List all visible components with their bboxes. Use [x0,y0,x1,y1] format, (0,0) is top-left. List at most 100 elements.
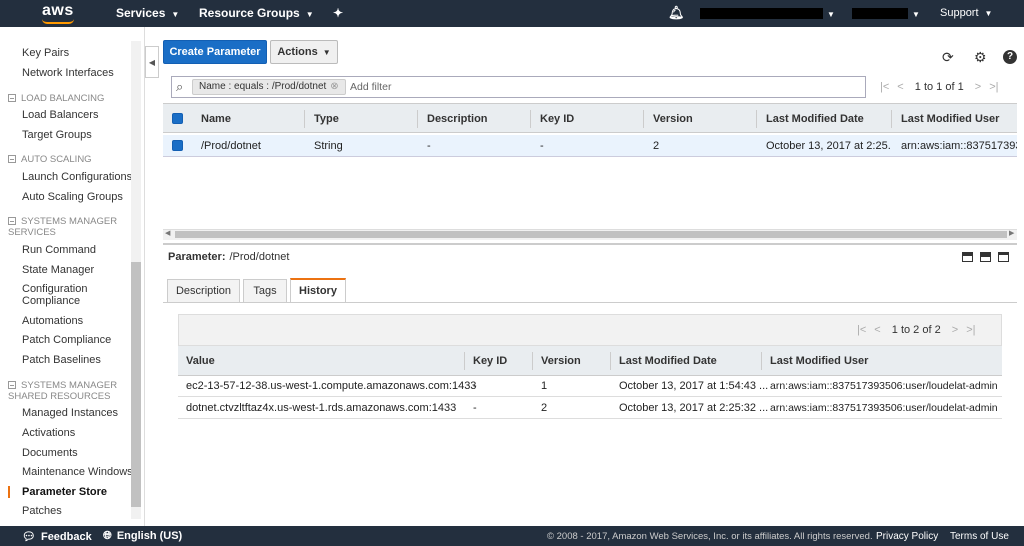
sidebar-scroll-thumb[interactable] [131,262,141,507]
column-version[interactable]: Version [541,355,581,367]
sidebar-section-sm-services[interactable]: SYSTEMS MANAGER SERVICES [8,216,128,238]
column-divider[interactable] [610,352,611,370]
scroll-right-icon[interactable]: ▶ [1009,229,1014,237]
pin-icon[interactable]: ✦ [333,6,343,20]
sidebar-item-launch-configurations[interactable]: Launch Configurations [22,171,132,183]
first-page-icon[interactable]: |< [880,81,889,93]
sidebar-item-patch-compliance[interactable]: Patch Compliance [22,334,111,346]
chevron-down-icon[interactable]: ▼ [827,6,835,20]
sidebar-section-load-balancing[interactable]: LOAD BALANCING [8,93,104,104]
feedback-label: Feedback [40,531,92,543]
sidebar-item-automations[interactable]: Automations [22,315,83,327]
column-divider[interactable] [532,352,533,370]
globe-icon: 🌐︎ [103,530,112,542]
chevron-down-icon: ▼ [984,9,993,18]
panel-top-icon[interactable] [998,252,1009,262]
column-divider[interactable] [530,110,531,128]
gear-icon[interactable]: ⚙ [974,49,987,66]
filter-bar[interactable]: ⌕ Name : equals : /Prod/dotnet ⊗ Add filt… [171,76,866,98]
first-page-icon[interactable]: |< [857,324,866,336]
column-divider[interactable] [761,352,762,370]
column-divider[interactable] [304,110,305,128]
create-parameter-button[interactable]: Create Parameter [163,40,267,64]
sidebar-item-load-balancers[interactable]: Load Balancers [22,109,98,121]
row-checkbox[interactable] [172,140,183,151]
actions-dropdown[interactable]: Actions ▼ [270,40,338,64]
redacted-account[interactable] [700,8,823,19]
column-version[interactable]: Version [653,113,693,125]
column-last-modified-user[interactable]: Last Modified User [770,355,868,367]
collapse-sidebar-button[interactable]: ◀ [145,46,159,78]
tab-tags[interactable]: Tags [243,279,287,302]
bell-icon[interactable]: 🔔︎ [668,5,685,21]
prev-page-icon[interactable]: < [897,81,903,93]
column-last-modified-user[interactable]: Last Modified User [901,113,999,125]
sidebar-item-key-pairs[interactable]: Key Pairs [22,47,69,59]
column-divider[interactable] [756,110,757,128]
chevron-down-icon: ▼ [305,10,314,19]
sidebar-item-configuration-compliance[interactable]: Configuration Compliance [22,283,122,307]
sidebar-item-run-command[interactable]: Run Command [22,244,96,256]
sidebar-section-auto-scaling[interactable]: AUTO SCALING [8,154,92,165]
table-row[interactable]: /Prod/dotnet String - - 2 October 13, 20… [163,135,1017,157]
filter-token[interactable]: Name : equals : /Prod/dotnet ⊗ [192,79,346,95]
tab-history[interactable]: History [290,278,346,302]
column-key-id[interactable]: Key ID [540,113,574,125]
cell-version: 1 [541,380,548,392]
last-page-icon[interactable]: >| [966,324,975,336]
column-name[interactable]: Name [201,113,231,125]
tab-description[interactable]: Description [167,279,240,302]
sidebar-item-documents[interactable]: Documents [22,447,78,459]
resource-groups-menu[interactable]: Resource Groups ▼ [199,6,314,20]
column-divider[interactable] [891,110,892,128]
sidebar-item-auto-scaling-groups[interactable]: Auto Scaling Groups [22,191,123,203]
column-description[interactable]: Description [427,113,488,125]
sidebar-item-patch-baselines[interactable]: Patch Baselines [22,354,101,366]
panel-splitter[interactable] [163,243,1017,245]
column-key-id[interactable]: Key ID [473,355,507,367]
column-divider[interactable] [464,352,465,370]
terms-of-use-link[interactable]: Terms of Use [950,531,1009,542]
sidebar-item-network-interfaces[interactable]: Network Interfaces [22,67,114,79]
panel-split-icon[interactable] [980,252,991,262]
cell-user: arn:aws:iam::837517393506:user/loudelat-… [770,380,998,392]
history-row[interactable]: ec2-13-57-12-38.us-west-1.compute.amazon… [178,376,1002,397]
sidebar-item-managed-instances[interactable]: Managed Instances [22,407,118,419]
sidebar-item-patches[interactable]: Patches [22,505,62,517]
next-page-icon[interactable]: > [975,81,981,93]
collapse-icon [8,94,16,103]
prev-page-icon[interactable]: < [874,324,880,336]
add-filter-input[interactable]: Add filter [350,81,391,93]
sidebar-item-target-groups[interactable]: Target Groups [22,129,92,141]
history-row[interactable]: dotnet.ctvzltftaz4x.us-west-1.rds.amazon… [178,398,1002,419]
column-last-modified-date[interactable]: Last Modified Date [766,113,864,125]
sidebar-item-state-manager[interactable]: State Manager [22,264,94,276]
aws-logo-smile [42,19,74,24]
column-divider[interactable] [417,110,418,128]
sidebar-item-maintenance-windows[interactable]: Maintenance Windows [22,466,133,478]
column-divider[interactable] [643,110,644,128]
chevron-down-icon[interactable]: ▼ [912,6,920,20]
remove-filter-icon[interactable]: ⊗ [330,81,338,92]
redacted-region[interactable] [852,8,908,19]
refresh-icon[interactable]: ⟳ [942,49,954,66]
select-all-checkbox[interactable] [172,113,183,124]
grid-scroll-thumb[interactable] [175,231,1007,238]
last-page-icon[interactable]: >| [989,81,998,93]
services-menu[interactable]: Services ▼ [116,6,179,20]
panel-bottom-icon[interactable] [962,252,973,262]
aws-logo[interactable]: aws [42,2,74,20]
column-last-modified-date[interactable]: Last Modified Date [619,355,717,367]
column-type[interactable]: Type [314,113,339,125]
support-menu[interactable]: Support ▼ [940,7,992,19]
column-value[interactable]: Value [186,355,215,367]
sidebar-item-activations[interactable]: Activations [22,427,75,439]
privacy-policy-link[interactable]: Privacy Policy [876,531,938,542]
next-page-icon[interactable]: > [952,324,958,336]
sidebar-item-parameter-store[interactable]: Parameter Store [22,486,107,498]
scroll-left-icon[interactable]: ◀ [165,229,170,237]
feedback-link[interactable]: 💬︎ Feedback [22,530,92,543]
sidebar-section-sm-shared[interactable]: SYSTEMS MANAGER SHARED RESOURCES [8,380,128,402]
language-selector[interactable]: 🌐︎ English (US) [103,530,182,543]
help-icon[interactable]: ? [1003,50,1017,64]
